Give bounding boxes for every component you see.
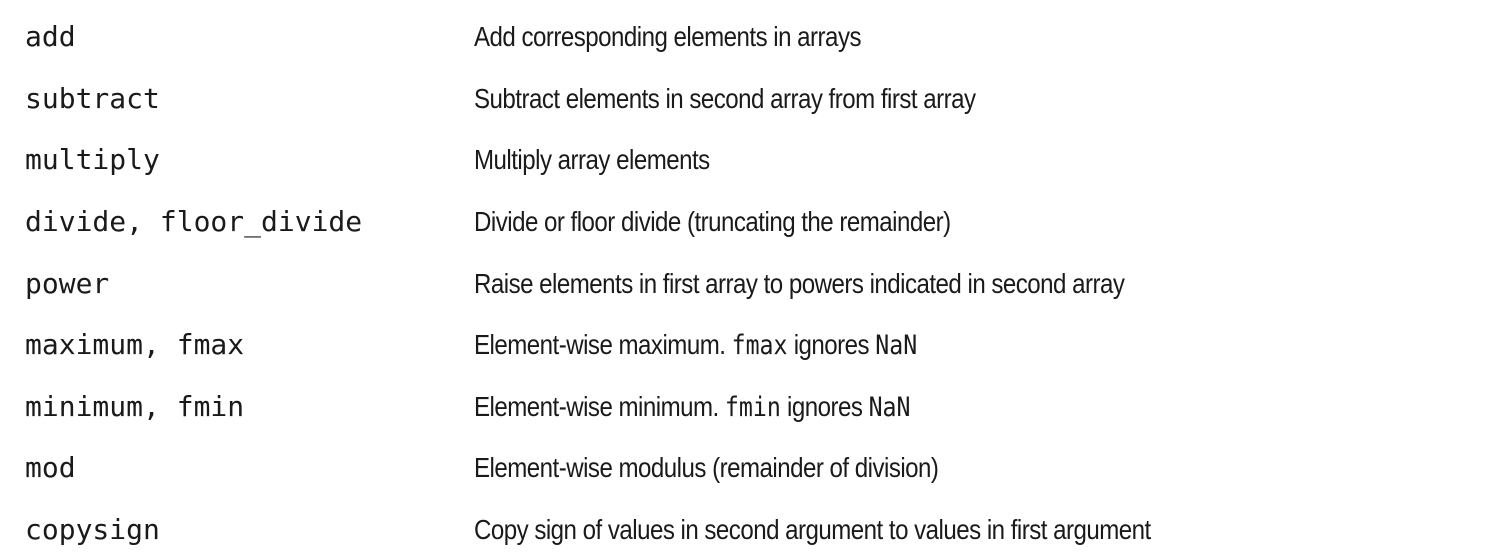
- function-description: Element-wise maximum. fmax ignores NaN: [474, 328, 917, 363]
- function-name: mod: [25, 451, 76, 484]
- function-description: Raise elements in first array to powers …: [474, 268, 1125, 299]
- description-text: ignores: [780, 391, 869, 422]
- function-name: multiply: [25, 143, 160, 176]
- table-row: minimum, fmin Element-wise minimum. fmin…: [0, 376, 1500, 437]
- function-table: add Add corresponding elements in arrays…: [0, 0, 1500, 552]
- description-text: Element-wise minimum.: [474, 391, 725, 422]
- function-name: power: [25, 267, 110, 300]
- function-name: divide, floor_divide: [25, 205, 363, 238]
- function-description: Subtract elements in second array from f…: [474, 83, 976, 114]
- function-description: Copy sign of values in second argument t…: [474, 514, 1151, 545]
- function-name: copysign: [25, 513, 160, 546]
- function-description: Add corresponding elements in arrays: [474, 21, 862, 52]
- table-row: maximum, fmax Element-wise maximum. fmax…: [0, 314, 1500, 375]
- function-description: Element-wise minimum. fmin ignores NaN: [474, 390, 911, 425]
- function-name: add: [25, 20, 76, 53]
- function-description: Divide or floor divide (truncating the r…: [474, 206, 951, 237]
- description-text: ignores: [787, 329, 876, 360]
- function-description: Multiply array elements: [474, 144, 710, 175]
- inline-code: NaN: [868, 392, 911, 423]
- function-name: subtract: [25, 82, 160, 115]
- inline-code: fmax: [731, 330, 788, 361]
- inline-code: fmin: [724, 392, 781, 423]
- table-row: divide, floor_divide Divide or floor div…: [0, 191, 1500, 252]
- function-name: maximum, fmax: [25, 328, 245, 361]
- table-row: mod Element-wise modulus (remainder of d…: [0, 437, 1500, 498]
- function-description: Element-wise modulus (remainder of divis…: [474, 452, 939, 483]
- table-row: power Raise elements in first array to p…: [0, 253, 1500, 314]
- table-row: subtract Subtract elements in second arr…: [0, 68, 1500, 129]
- table-row: add Add corresponding elements in arrays: [0, 6, 1500, 67]
- function-name: minimum, fmin: [25, 390, 245, 423]
- table-row: multiply Multiply array elements: [0, 129, 1500, 190]
- table-row: copysign Copy sign of values in second a…: [0, 499, 1500, 560]
- inline-code: NaN: [875, 330, 918, 361]
- description-text: Element-wise maximum.: [474, 329, 732, 360]
